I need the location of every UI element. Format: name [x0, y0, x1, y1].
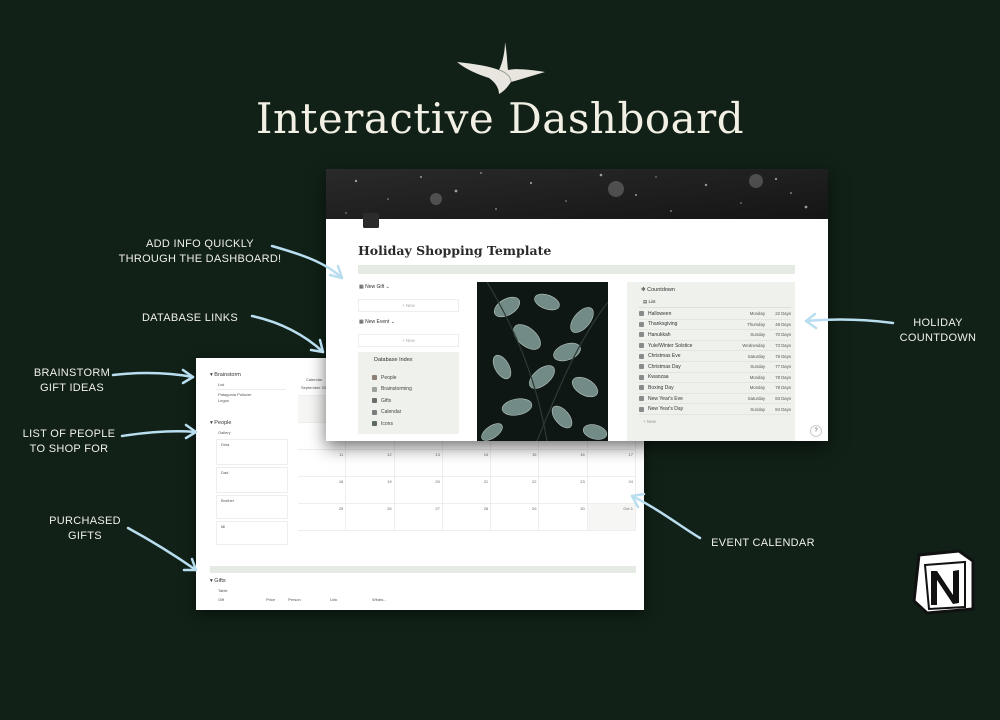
- arrow-countdown-icon: [804, 318, 895, 325]
- arrow-brainstorm-icon: [111, 371, 195, 379]
- arrow-people-icon: [120, 429, 198, 438]
- arrow-database-links-icon: [250, 314, 325, 354]
- arrow-calendar-icon: [630, 494, 702, 540]
- annotation-arrows: [111, 244, 895, 572]
- arrow-purchased-icon: [126, 526, 198, 572]
- arrow-add-info-icon: [270, 244, 344, 280]
- notion-logo-icon: [912, 549, 975, 615]
